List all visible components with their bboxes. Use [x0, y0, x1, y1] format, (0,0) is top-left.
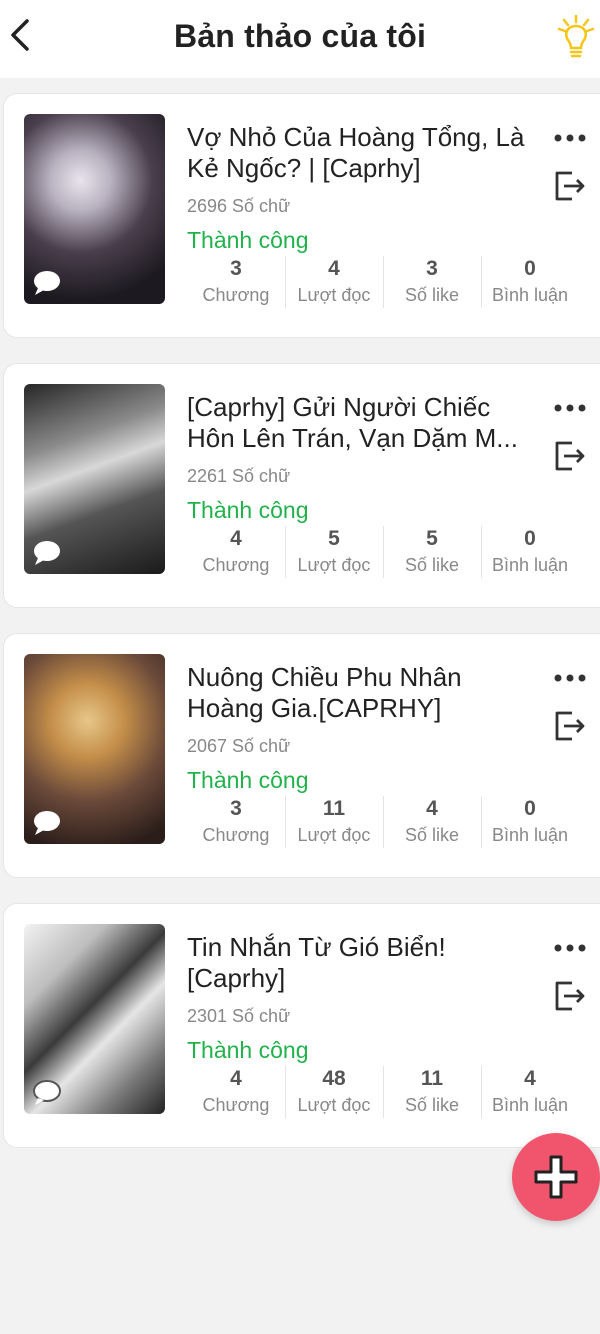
stat-value: 5 — [328, 527, 340, 550]
more-options-icon[interactable] — [552, 130, 588, 146]
more-options-icon[interactable] — [552, 940, 588, 956]
comment-bubble-icon — [34, 271, 60, 295]
stat-chapters: 3 Chương — [187, 250, 285, 314]
exit-icon[interactable] — [552, 169, 586, 203]
stat-chapters: 4 Chương — [187, 1060, 285, 1124]
stat-value: 4 — [230, 1067, 242, 1090]
more-options-icon[interactable] — [552, 400, 588, 416]
stat-value: 4 — [426, 797, 438, 820]
stat-value: 3 — [230, 257, 242, 280]
stats-row: 4 Chương 5 Lượt đọc 5 Số like 0 Bình luậ… — [187, 520, 579, 584]
stats-row: 3 Chương 4 Lượt đọc 3 Số like 0 Bình luậ… — [187, 250, 579, 314]
story-title[interactable]: Tin Nhắn Từ Gió Biển! [Caprhy] — [187, 932, 532, 994]
stat-chapters: 4 Chương — [187, 520, 285, 584]
story-cover[interactable] — [24, 654, 165, 844]
story-title[interactable]: [Caprhy] Gửi Người Chiếc Hôn Lên Trán, V… — [187, 392, 532, 454]
stat-label: Số like — [404, 825, 460, 845]
stat-label: Chương — [202, 555, 270, 575]
plus-icon — [534, 1155, 578, 1199]
stat-label: Số like — [404, 555, 460, 575]
stat-likes: 5 Số like — [383, 520, 481, 584]
story-cover[interactable] — [24, 384, 165, 574]
stat-label: Số like — [404, 285, 460, 305]
story-title[interactable]: Nuông Chiều Phu Nhân Hoàng Gia.[CAPRHY] — [187, 662, 532, 724]
comment-bubble-icon — [33, 1080, 61, 1105]
stat-label: Bình luận — [491, 825, 569, 845]
stat-value: 4 — [230, 527, 242, 550]
stat-value: 48 — [322, 1067, 346, 1090]
exit-icon[interactable] — [552, 709, 586, 743]
stat-label: Bình luận — [491, 285, 569, 305]
draft-card[interactable]: [Caprhy] Gửi Người Chiếc Hôn Lên Trán, V… — [3, 363, 600, 608]
exit-icon[interactable] — [552, 439, 586, 473]
story-title[interactable]: Vợ Nhỏ Của Hoàng Tổng, Là Kẻ Ngốc? | [Ca… — [187, 122, 532, 184]
stat-label: Chương — [202, 1095, 270, 1115]
stat-value: 5 — [426, 527, 438, 550]
word-count: 2067 Số chữ — [187, 736, 291, 756]
stat-comments: 0 Bình luận — [481, 520, 579, 584]
story-cover[interactable] — [24, 924, 165, 1114]
stat-value: 0 — [524, 257, 536, 280]
stat-value: 0 — [524, 797, 536, 820]
draft-card[interactable]: Nuông Chiều Phu Nhân Hoàng Gia.[CAPRHY] … — [3, 633, 600, 878]
word-count: 2301 Số chữ — [187, 1006, 291, 1026]
exit-icon[interactable] — [552, 979, 586, 1013]
stat-likes: 3 Số like — [383, 250, 481, 314]
stat-label: Bình luận — [491, 1095, 569, 1115]
comment-bubble-icon — [34, 811, 60, 835]
stat-value: 4 — [524, 1067, 536, 1090]
word-count: 2261 Số chữ — [187, 466, 291, 486]
tips-button[interactable] — [556, 10, 596, 66]
stat-label: Số like — [404, 1095, 460, 1115]
stat-value: 11 — [322, 797, 346, 820]
stat-reads: 5 Lượt đọc — [285, 520, 383, 584]
stat-comments: 0 Bình luận — [481, 250, 579, 314]
stat-label: Bình luận — [491, 555, 569, 575]
word-count: 2696 Số chữ — [187, 196, 291, 216]
draft-card[interactable]: Vợ Nhỏ Của Hoàng Tổng, Là Kẻ Ngốc? | [Ca… — [3, 93, 600, 338]
comment-bubble-icon — [34, 541, 60, 565]
stat-label: Chương — [202, 825, 270, 845]
page-title: Bản thảo của tôi — [173, 18, 427, 54]
stat-reads: 11 Lượt đọc — [285, 790, 383, 854]
stat-comments: 4 Bình luận — [481, 1060, 579, 1124]
draft-list: Vợ Nhỏ Của Hoàng Tổng, Là Kẻ Ngốc? | [Ca… — [0, 93, 600, 1173]
stat-label: Lượt đọc — [297, 285, 371, 305]
stat-likes: 4 Số like — [383, 790, 481, 854]
more-options-icon[interactable] — [552, 670, 588, 686]
stat-value: 11 — [420, 1067, 444, 1090]
stats-row: 4 Chương 48 Lượt đọc 11 Số like 4 Bình l… — [187, 1060, 579, 1124]
top-bar: Bản thảo của tôi — [0, 0, 600, 78]
stat-label: Lượt đọc — [297, 555, 371, 575]
stat-reads: 48 Lượt đọc — [285, 1060, 383, 1124]
stat-chapters: 3 Chương — [187, 790, 285, 854]
stat-value: 0 — [524, 527, 536, 550]
stat-value: 3 — [230, 797, 242, 820]
stat-comments: 0 Bình luận — [481, 790, 579, 854]
lightbulb-icon — [557, 15, 595, 58]
stats-row: 3 Chương 11 Lượt đọc 4 Số like 0 Bình lu… — [187, 790, 579, 854]
stat-reads: 4 Lượt đọc — [285, 250, 383, 314]
stat-likes: 11 Số like — [383, 1060, 481, 1124]
stat-value: 4 — [328, 257, 340, 280]
story-cover[interactable] — [24, 114, 165, 304]
add-story-button[interactable] — [512, 1133, 600, 1221]
stat-label: Lượt đọc — [297, 1095, 371, 1115]
draft-card[interactable]: Tin Nhắn Từ Gió Biển! [Caprhy] 2301 Số c… — [3, 903, 600, 1148]
stat-label: Lượt đọc — [297, 825, 371, 845]
stat-value: 3 — [426, 257, 438, 280]
stat-label: Chương — [202, 285, 270, 305]
